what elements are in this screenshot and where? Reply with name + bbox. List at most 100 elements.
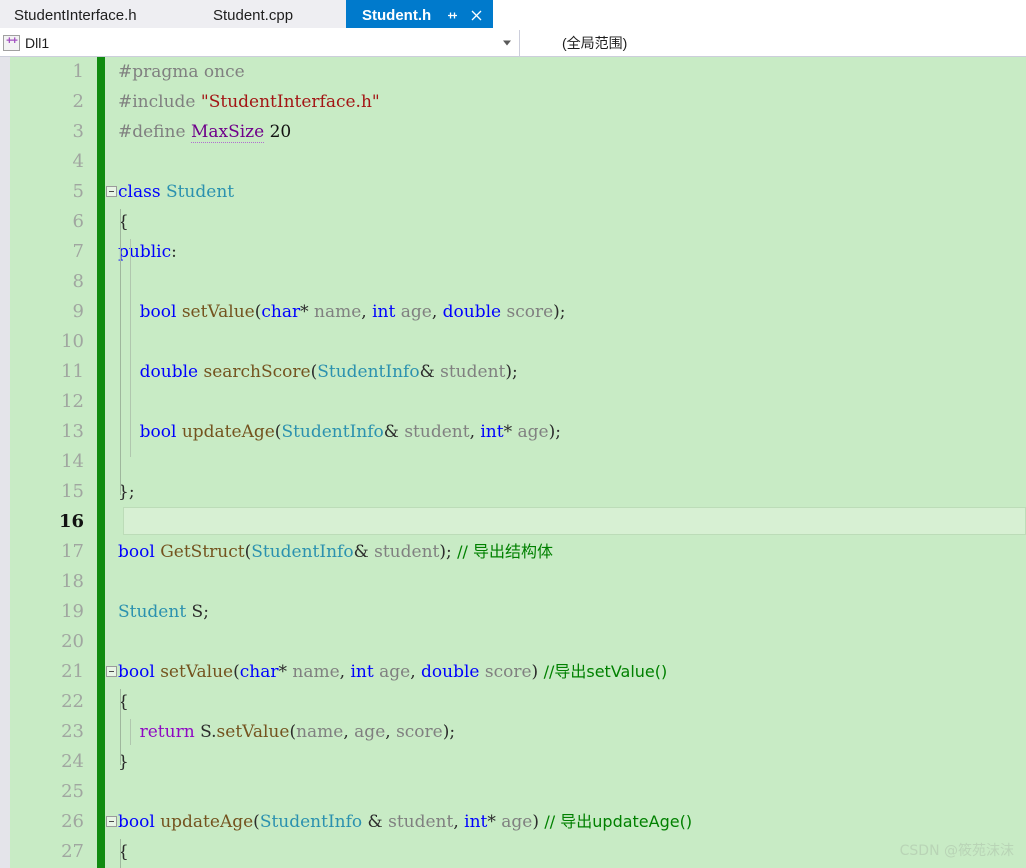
code-token: bool [139, 422, 177, 442]
tab-student-interface-h[interactable]: StudentInterface.h [0, 0, 160, 30]
code-line[interactable]: { [118, 687, 1026, 717]
code-token: int [464, 812, 488, 832]
code-token: * [487, 812, 496, 832]
code-token: MaxSize [190, 122, 265, 143]
code-token: age [373, 662, 411, 682]
code-token: setValue [160, 662, 234, 682]
indent-guide [130, 239, 131, 457]
code-line[interactable]: { [118, 207, 1026, 237]
code-line[interactable] [118, 567, 1026, 597]
editor-tab-bar: StudentInterface.h Student.cpp Student.h [0, 0, 1026, 30]
code-line[interactable] [118, 627, 1026, 657]
code-token: ); [442, 722, 456, 742]
line-number: 8 [72, 271, 84, 292]
code-line[interactable] [118, 327, 1026, 357]
collapse-minus-icon[interactable] [106, 666, 117, 677]
code-token: student [398, 422, 470, 442]
navigation-bar: ++ Dll1 (全局范围) [0, 30, 1026, 57]
code-token: double [442, 302, 502, 322]
pin-icon[interactable] [443, 6, 461, 24]
code-token: * [300, 302, 309, 322]
code-token: #define [118, 122, 191, 142]
code-token: & [362, 812, 383, 832]
line-number: 10 [61, 331, 84, 352]
line-number: 17 [61, 541, 84, 562]
code-line[interactable]: } [118, 747, 1026, 777]
code-token: age [512, 422, 549, 442]
line-number: 6 [72, 211, 84, 232]
code-token: , [453, 812, 465, 832]
line-number: 12 [61, 391, 84, 412]
code-line[interactable]: #pragma once [118, 57, 1026, 87]
code-token: Student [165, 182, 235, 202]
change-indicator-bar [97, 57, 105, 868]
code-token: int [350, 662, 374, 682]
code-token: student [382, 812, 454, 832]
code-line[interactable]: Student S; [118, 597, 1026, 627]
code-line[interactable]: }; [118, 477, 1026, 507]
code-line[interactable]: bool GetStruct(StudentInfo& student); //… [118, 537, 1026, 567]
close-icon[interactable] [467, 6, 485, 24]
code-token: ); [548, 422, 561, 442]
code-line[interactable]: #include "StudentInterface.h" [118, 87, 1026, 117]
indent-guide [130, 719, 131, 745]
code-line[interactable] [118, 147, 1026, 177]
code-line[interactable]: double searchScore(StudentInfo& student)… [118, 357, 1026, 387]
line-number: 24 [61, 751, 84, 772]
line-number: 20 [61, 631, 84, 652]
code-line[interactable]: return S.setValue(name, age, score); [118, 717, 1026, 747]
chevron-down-icon[interactable] [503, 40, 511, 46]
code-line[interactable] [118, 507, 1026, 537]
code-token: searchScore [203, 362, 311, 382]
code-line[interactable] [118, 777, 1026, 807]
code-token: , [343, 722, 355, 742]
project-selector[interactable]: ++ Dll1 [0, 30, 520, 56]
tab-student-cpp[interactable]: Student.cpp [160, 0, 346, 30]
code-token: ); [439, 542, 458, 562]
scope-name: (全局范围) [562, 35, 628, 51]
code-line[interactable]: bool updateAge(StudentInfo& student, int… [118, 417, 1026, 447]
code-token: int [372, 302, 396, 322]
code-editor[interactable]: 1 2 3 4 5 6 7 8 9 10 11 12 13 14 15 16 17 18 19 20 21 22 23 24 2… [0, 57, 1026, 868]
code-token: : [171, 242, 177, 262]
code-token: score [479, 662, 532, 682]
tab-label: Student.cpp [212, 6, 294, 24]
fold-margin [105, 57, 118, 868]
code-token: , [469, 422, 481, 442]
code-token: #pragma once [118, 62, 245, 82]
code-line[interactable]: { [118, 837, 1026, 867]
line-number: 22 [61, 691, 84, 712]
code-token: GetStruct [160, 542, 245, 562]
code-token: ( [233, 662, 240, 682]
code-token: #include [118, 92, 201, 112]
collapse-minus-icon[interactable] [106, 186, 117, 197]
code-line[interactable]: public: [118, 237, 1026, 267]
code-token: ) [531, 662, 544, 682]
code-token: double [421, 662, 480, 682]
code-token: "StudentInterface.h" [200, 92, 380, 112]
line-number: 15 [61, 481, 84, 502]
code-token: // 导出结构体 [457, 542, 553, 561]
code-token: char [261, 302, 301, 322]
code-token: char [239, 662, 279, 682]
code-line[interactable]: bool setValue(char* name, int age, doubl… [106, 657, 1026, 687]
scope-selector[interactable]: (全局范围) [520, 30, 1026, 56]
code-line[interactable]: class Student [106, 177, 1026, 207]
code-line[interactable]: bool updateAge(StudentInfo & student, in… [106, 807, 1026, 837]
code-line[interactable] [118, 267, 1026, 297]
code-token: score [396, 722, 443, 742]
code-line[interactable]: #define MaxSize 20 [118, 117, 1026, 147]
code-text-area[interactable]: #pragma once #include "StudentInterface.h… [106, 57, 1026, 868]
project-name: Dll1 [25, 35, 50, 51]
tab-student-h[interactable]: Student.h [346, 0, 494, 30]
code-token: * [503, 422, 513, 442]
code-token: ); [505, 362, 518, 382]
collapse-minus-icon[interactable] [106, 816, 117, 827]
code-line[interactable]: bool setValue(char* name, int age, doubl… [118, 297, 1026, 327]
code-line[interactable] [118, 447, 1026, 477]
code-line[interactable] [118, 387, 1026, 417]
code-token: , [410, 662, 421, 682]
